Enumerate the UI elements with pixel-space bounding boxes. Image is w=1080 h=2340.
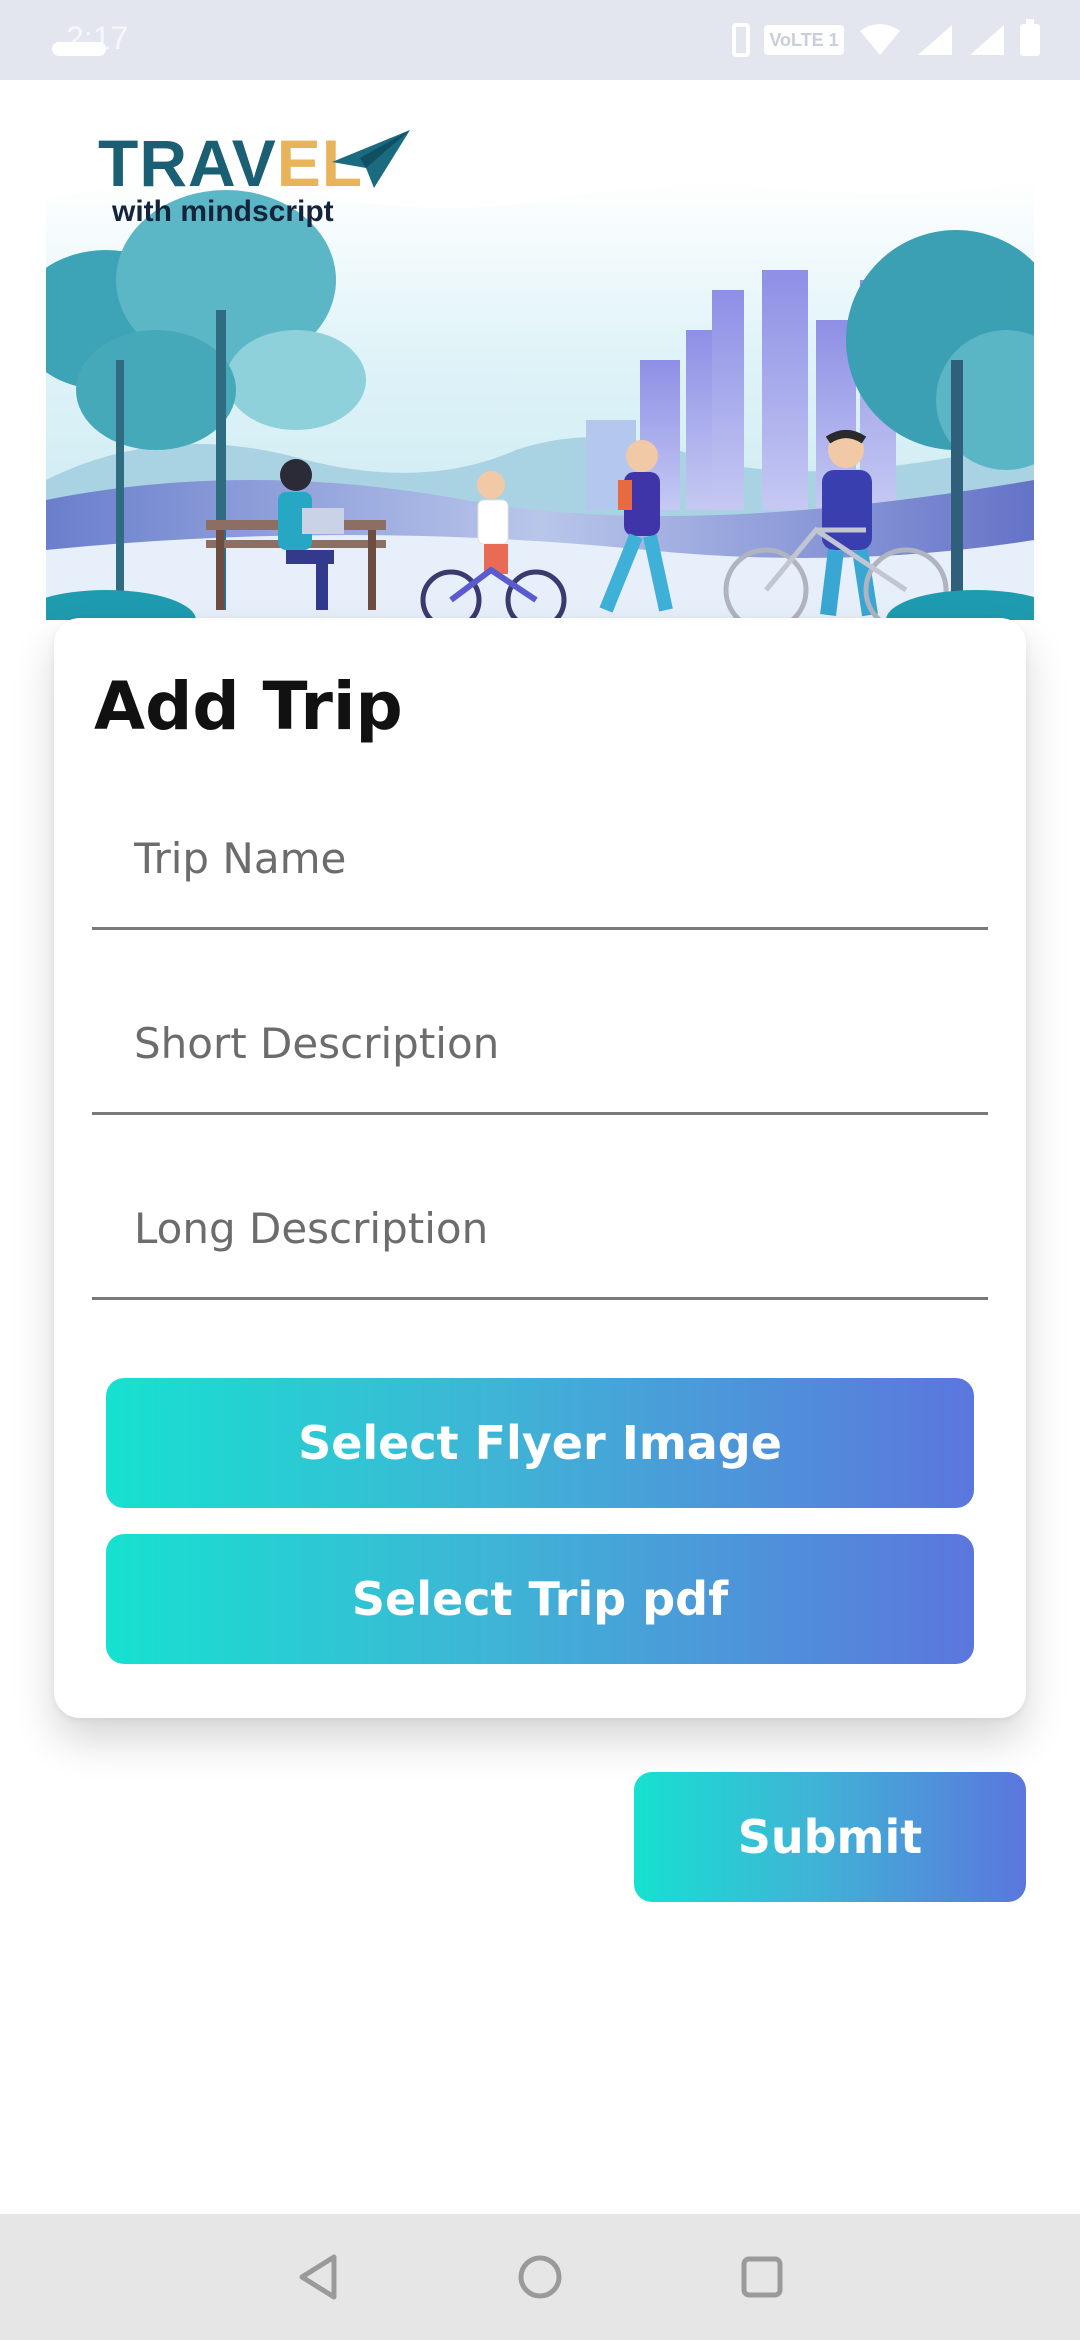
- volte-icon: VoLTE 1: [764, 25, 844, 55]
- signal-icon: [970, 25, 1004, 55]
- status-pill: [52, 42, 106, 56]
- home-icon: [518, 2255, 562, 2299]
- battery-icon: [1020, 19, 1040, 56]
- wifi-icon: [860, 24, 900, 55]
- home-button[interactable]: [504, 2241, 576, 2313]
- page-title: Add Trip: [94, 668, 403, 745]
- logo-wordmark: TRAVEL: [98, 126, 364, 200]
- recents-icon: [741, 2256, 783, 2298]
- status-bar: 2:17 VoLTE 1: [0, 0, 1080, 80]
- phone-icon: [732, 23, 750, 57]
- back-icon: [299, 2254, 337, 2300]
- back-button[interactable]: [282, 2241, 354, 2313]
- select-trip-pdf-button[interactable]: Select Trip pdf: [106, 1534, 974, 1664]
- add-trip-card: Add Trip Select Flyer Image Select Trip …: [54, 618, 1026, 1718]
- recents-button[interactable]: [726, 2241, 798, 2313]
- long-description-field: [92, 1160, 988, 1300]
- system-nav-bar: [0, 2214, 1080, 2340]
- select-flyer-image-button[interactable]: Select Flyer Image: [106, 1378, 974, 1508]
- travel-logo: TRAVEL with mindscript: [98, 130, 363, 228]
- submit-button[interactable]: Submit: [634, 1772, 1026, 1902]
- app-screen: 2:17 VoLTE 1 TRAVEL with mindscript Add …: [0, 0, 1080, 2340]
- trip-name-input[interactable]: [92, 790, 988, 927]
- long-description-input[interactable]: [92, 1160, 988, 1297]
- short-description-field: [92, 975, 988, 1115]
- logo-tagline: with mindscript: [112, 195, 334, 228]
- trip-name-field: [92, 790, 988, 930]
- paper-plane-icon: [332, 130, 410, 188]
- signal-icon: [918, 25, 952, 55]
- status-icons: VoLTE 1: [732, 19, 1040, 60]
- short-description-input[interactable]: [92, 975, 988, 1112]
